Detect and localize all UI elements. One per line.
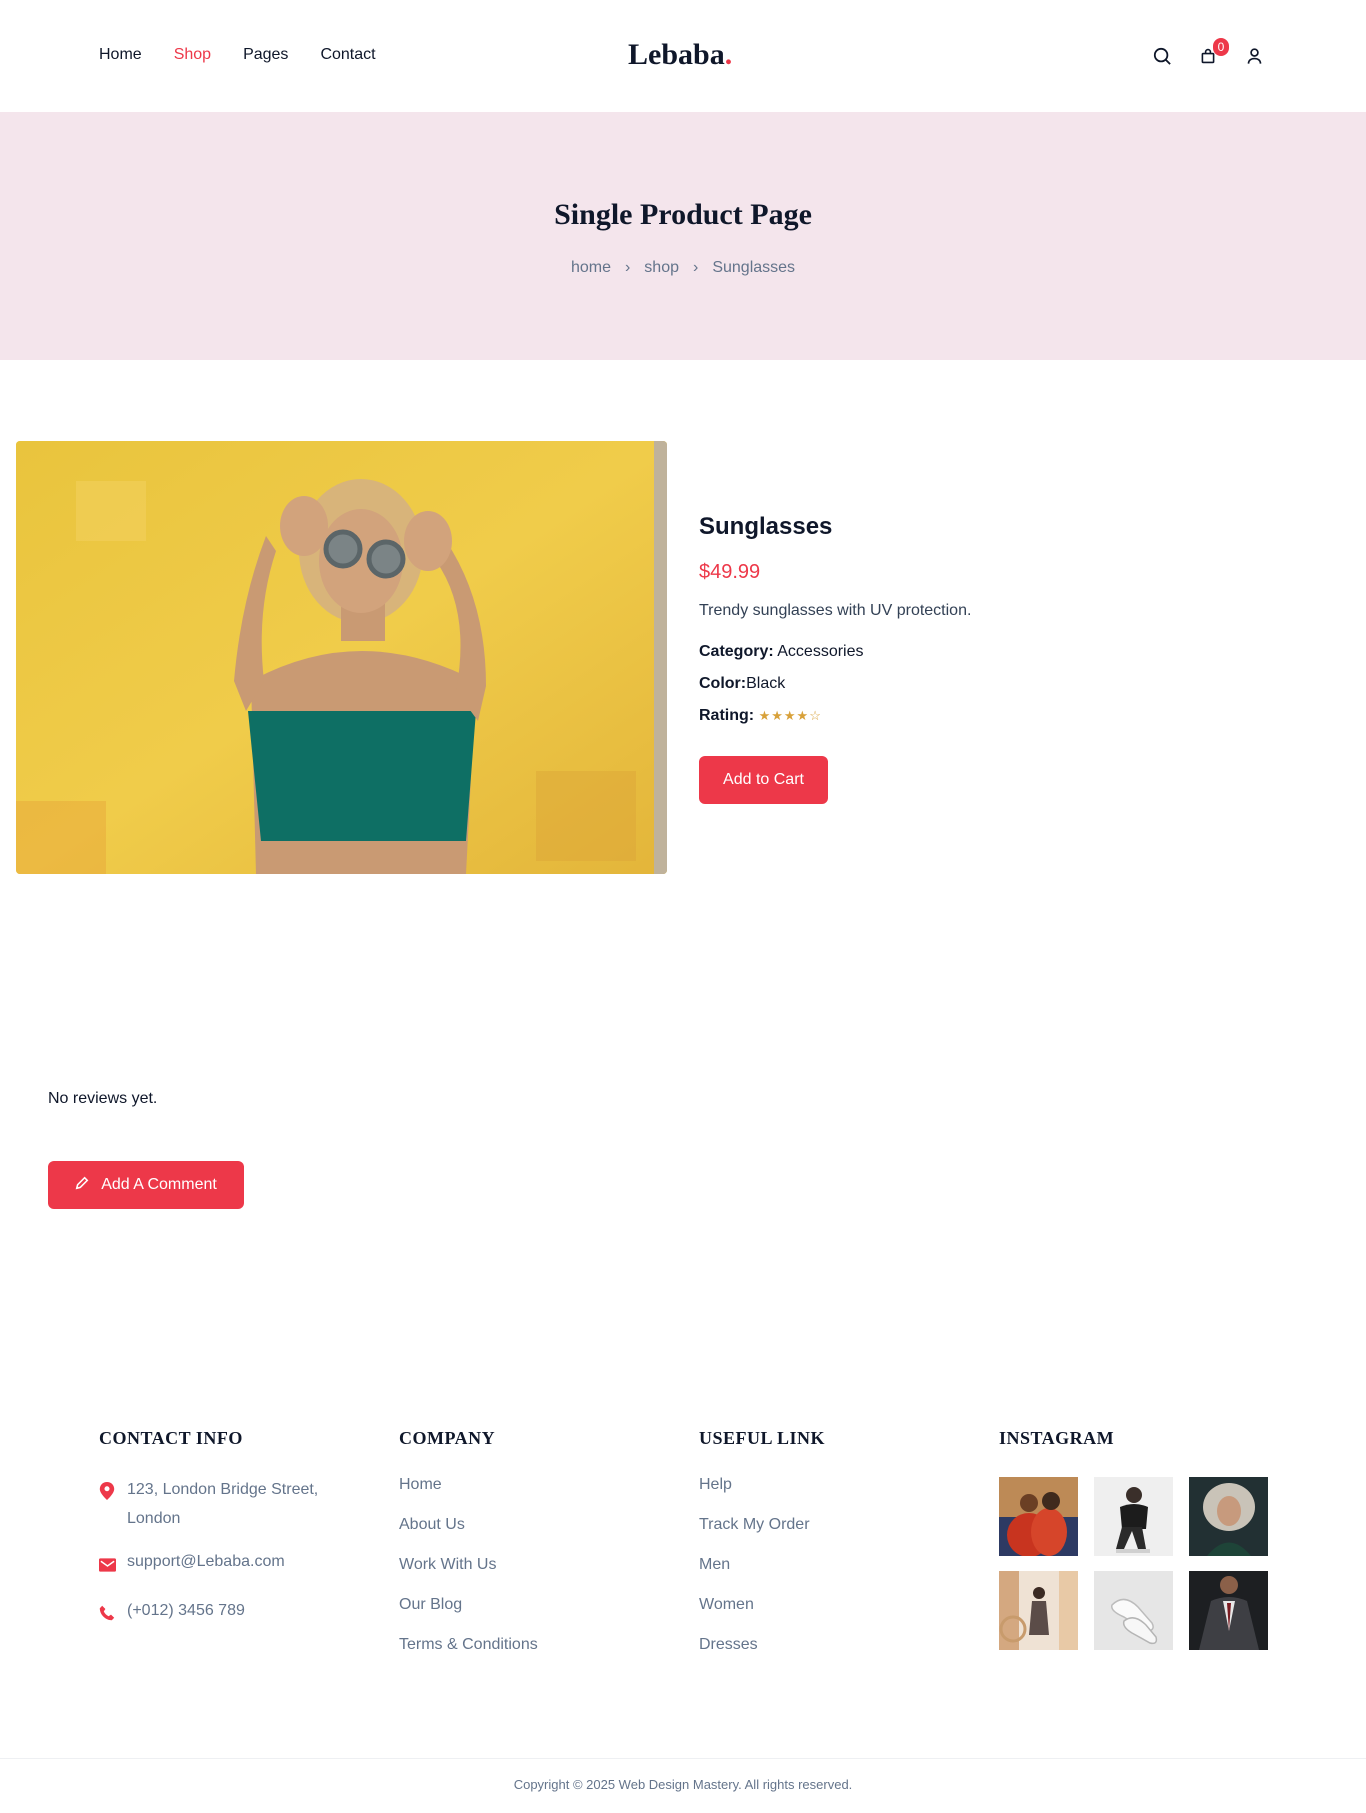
contact-address-text: 123, London Bridge Street, London xyxy=(127,1481,319,1527)
breadcrumb-home[interactable]: home xyxy=(571,259,611,277)
product-description: Trendy sunglasses with UV protection. xyxy=(699,602,972,619)
footer-link-blog[interactable]: Our Blog xyxy=(399,1595,669,1635)
footer-divider xyxy=(0,1758,1366,1759)
instagram-photo[interactable] xyxy=(1094,1571,1173,1650)
footer-link-track-order[interactable]: Track My Order xyxy=(699,1515,969,1555)
useful-links: Help Track My Order Men Women Dresses xyxy=(699,1475,969,1675)
site-logo[interactable]: Lebaba. xyxy=(628,38,732,72)
instagram-photo[interactable] xyxy=(999,1571,1078,1650)
footer-link-dresses[interactable]: Dresses xyxy=(699,1635,969,1675)
product-color: Color:Black xyxy=(699,668,1299,700)
footer-link-help[interactable]: Help xyxy=(699,1475,969,1515)
instagram-grid xyxy=(999,1477,1269,1650)
contact-email: support@Lebaba.com xyxy=(99,1547,369,1582)
footer-heading-useful: USEFUL LINK xyxy=(699,1428,826,1448)
star-filled-icon: ★ xyxy=(771,708,784,723)
page-banner: Single Product Page home › shop › Sungla… xyxy=(0,112,1366,360)
nav-pages[interactable]: Pages xyxy=(243,46,288,64)
logo-text: Lebaba xyxy=(628,38,725,71)
phone-icon xyxy=(99,1596,117,1631)
instagram-photo[interactable] xyxy=(1189,1477,1268,1556)
product-rating: Rating: ★★★★☆ xyxy=(699,700,1299,732)
footer-link-men[interactable]: Men xyxy=(699,1555,969,1595)
chevron-right-icon: › xyxy=(693,259,699,276)
main-nav: Home Shop Pages Contact xyxy=(99,46,376,64)
instagram-photo[interactable] xyxy=(999,1477,1078,1556)
mail-icon xyxy=(99,1547,117,1582)
footer-link-terms[interactable]: Terms & Conditions xyxy=(399,1635,669,1675)
no-reviews-text: No reviews yet. xyxy=(48,1090,158,1107)
footer-link-home[interactable]: Home xyxy=(399,1475,669,1515)
footer-useful-links: USEFUL LINK Help Track My Order Men Wome… xyxy=(699,1428,969,1675)
copyright-text: Copyright © 2025 Web Design Mastery. All… xyxy=(513,1777,853,1792)
breadcrumb: home › shop › Sunglasses xyxy=(0,259,1366,277)
footer-heading-contact: CONTACT INFO xyxy=(99,1428,243,1448)
contact-email-text[interactable]: support@Lebaba.com xyxy=(127,1547,285,1582)
footer-link-women[interactable]: Women xyxy=(699,1595,969,1635)
footer-heading-company: COMPANY xyxy=(399,1428,496,1448)
footer-heading-instagram: INSTAGRAM xyxy=(999,1428,1115,1448)
footer-link-about[interactable]: About Us xyxy=(399,1515,669,1555)
product-title: Sunglasses xyxy=(699,513,833,540)
instagram-photo[interactable] xyxy=(1094,1477,1173,1556)
contact-phone: (+012) 3456 789 xyxy=(99,1596,369,1631)
site-header: Home Shop Pages Contact Lebaba. 0 xyxy=(0,0,1366,112)
user-icon[interactable] xyxy=(1242,44,1266,68)
add-to-cart-button[interactable]: Add to Cart xyxy=(699,756,828,804)
footer-link-work[interactable]: Work With Us xyxy=(399,1555,669,1595)
footer-company: COMPANY Home About Us Work With Us Our B… xyxy=(399,1428,669,1675)
product-meta: Category: Accessories Color:Black Rating… xyxy=(699,636,1299,732)
star-filled-icon: ★ xyxy=(758,708,772,723)
product-category: Category: Accessories xyxy=(699,636,1299,668)
company-links: Home About Us Work With Us Our Blog Term… xyxy=(399,1475,669,1675)
page-title: Single Product Page xyxy=(554,198,812,231)
instagram-photo[interactable] xyxy=(1189,1571,1268,1650)
product-image xyxy=(16,441,667,874)
shopping-bag-icon[interactable]: 0 xyxy=(1196,38,1229,68)
color-label: Color: xyxy=(699,675,747,692)
color-value: Black xyxy=(746,675,786,692)
star-filled-icon: ★ xyxy=(796,708,810,723)
product-details: Sunglasses $49.99 Trendy sunglasses with… xyxy=(699,513,1299,804)
header-actions: 0 xyxy=(1150,38,1266,68)
map-pin-icon xyxy=(99,1475,117,1533)
footer-contact-info: CONTACT INFO 123, London Bridge Street, … xyxy=(99,1428,369,1645)
nav-contact[interactable]: Contact xyxy=(320,46,375,64)
rating-label: Rating: xyxy=(699,707,755,724)
star-rating: ★★★★☆ xyxy=(759,708,822,723)
nav-shop[interactable]: Shop xyxy=(174,46,211,64)
category-value: Accessories xyxy=(777,643,864,660)
search-icon[interactable] xyxy=(1150,44,1174,68)
chevron-right-icon: › xyxy=(624,259,631,276)
nav-home[interactable]: Home xyxy=(99,46,142,64)
add-comment-label: Add A Comment xyxy=(101,1176,217,1193)
star-empty-icon: ☆ xyxy=(809,708,822,723)
breadcrumb-shop[interactable]: shop xyxy=(644,259,679,277)
category-label: Category: xyxy=(699,643,774,660)
product-price: $49.99 xyxy=(699,561,761,583)
logo-dot: . xyxy=(724,38,733,71)
contact-phone-text[interactable]: (+012) 3456 789 xyxy=(127,1596,245,1631)
star-filled-icon: ★ xyxy=(783,708,797,723)
add-comment-button[interactable]: Add A Comment xyxy=(48,1161,244,1209)
pencil-icon xyxy=(75,1176,89,1195)
footer-instagram: INSTAGRAM xyxy=(999,1428,1269,1650)
breadcrumb-current: Sunglasses xyxy=(712,259,796,276)
cart-count-badge: 0 xyxy=(1213,38,1229,56)
contact-address: 123, London Bridge Street, London xyxy=(99,1475,369,1533)
